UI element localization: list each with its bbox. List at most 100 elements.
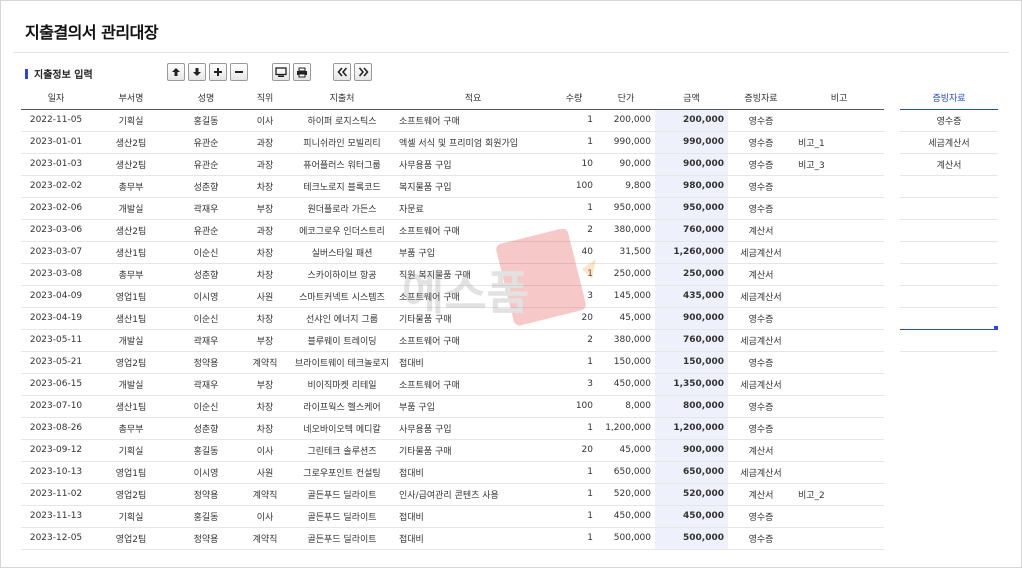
cell-date[interactable]: 2022-11-05 [21, 109, 91, 132]
side-list-item[interactable]: 세금계산서 [900, 131, 998, 154]
cell-quantity[interactable]: 1 [551, 263, 597, 286]
cell-date[interactable]: 2023-10-13 [21, 461, 91, 484]
cell-description[interactable]: 소프트웨어 구매 [395, 373, 551, 396]
cell-description[interactable]: 기타물품 구매 [395, 439, 551, 462]
cell-unit-price[interactable]: 31,500 [597, 241, 655, 264]
cell-quantity[interactable]: 40 [551, 241, 597, 264]
cell-description[interactable]: 접대비 [395, 505, 551, 528]
cell-position[interactable]: 이사 [241, 109, 289, 132]
cell-amount[interactable]: 760,000 [655, 219, 728, 242]
cell-remarks[interactable] [794, 109, 884, 132]
cell-department[interactable]: 영업1팀 [91, 285, 171, 308]
cell-date[interactable]: 2023-03-08 [21, 263, 91, 286]
cell-date[interactable]: 2023-04-19 [21, 307, 91, 330]
cell-name[interactable]: 홍길동 [171, 109, 241, 132]
cell-amount[interactable]: 435,000 [655, 285, 728, 308]
cell-quantity[interactable]: 1 [551, 351, 597, 374]
cell-department[interactable]: 기획실 [91, 439, 171, 462]
cell-remarks[interactable] [794, 351, 884, 374]
side-list-row[interactable] [900, 263, 998, 286]
cell-evidence[interactable]: 세금계산서 [728, 329, 794, 352]
cell-unit-price[interactable]: 990,000 [597, 131, 655, 154]
table-row[interactable]: 2023-10-13 영업1팀 이시영 사원 그로우포인트 컨설팅 접대비 1 650,000… [21, 461, 884, 484]
table-row[interactable]: 2023-05-11 개발실 곽재우 부장 블루웨이 트레이딩 소프트웨어 구매 2 380,… [21, 329, 884, 352]
table-row[interactable]: 2023-03-07 생산1팀 이순신 차장 실버스타일 패션 부품 구입 40 31,500… [21, 241, 884, 264]
side-list-row[interactable] [900, 329, 998, 352]
cell-description[interactable]: 기타물품 구매 [395, 307, 551, 330]
cell-position[interactable]: 과장 [241, 131, 289, 154]
cell-quantity[interactable]: 1 [551, 417, 597, 440]
table-row[interactable]: 2023-06-15 개발실 곽재우 부장 비이직마켓 리테일 소프트웨어 구매 3 450,… [21, 373, 884, 396]
cell-position[interactable]: 사원 [241, 461, 289, 484]
cell-department[interactable]: 총무부 [91, 175, 171, 198]
cell-evidence[interactable]: 영수증 [728, 153, 794, 176]
cell-date[interactable]: 2023-11-02 [21, 483, 91, 506]
cell-department[interactable]: 생산2팀 [91, 219, 171, 242]
resize-handle[interactable] [994, 326, 998, 330]
side-list-item[interactable]: 영수증 [900, 109, 998, 132]
cell-vendor[interactable]: 브라이트웨이 테크놀로지 [289, 351, 395, 374]
cell-quantity[interactable]: 1 [551, 461, 597, 484]
cell-name[interactable]: 홍길동 [171, 439, 241, 462]
side-list-item[interactable] [900, 197, 998, 220]
move-up-button[interactable] [167, 63, 185, 81]
cell-evidence[interactable]: 영수증 [728, 351, 794, 374]
cell-amount[interactable]: 1,260,000 [655, 241, 728, 264]
cell-unit-price[interactable]: 150,000 [597, 351, 655, 374]
cell-department[interactable]: 영업2팀 [91, 351, 171, 374]
cell-amount[interactable]: 250,000 [655, 263, 728, 286]
cell-position[interactable]: 차장 [241, 175, 289, 198]
cell-date[interactable]: 2023-07-10 [21, 395, 91, 418]
cell-vendor[interactable]: 네오바이오텍 메디칼 [289, 417, 395, 440]
cell-vendor[interactable]: 비이직마켓 리테일 [289, 373, 395, 396]
cell-name[interactable]: 정약용 [171, 527, 241, 550]
table-row[interactable]: 2023-02-02 총무부 성춘향 차장 테크노로지 블록코드 복지물품 구입 100 9,… [21, 175, 884, 198]
cell-remarks[interactable] [794, 307, 884, 330]
side-list-row[interactable] [900, 307, 998, 330]
print-button[interactable] [293, 63, 311, 81]
cell-vendor[interactable]: 골든푸드 딜라이트 [289, 483, 395, 506]
cell-date[interactable]: 2023-06-15 [21, 373, 91, 396]
cell-amount[interactable]: 900,000 [655, 307, 728, 330]
cell-remarks[interactable] [794, 285, 884, 308]
cell-department[interactable]: 생산2팀 [91, 153, 171, 176]
cell-evidence[interactable]: 세금계산서 [728, 241, 794, 264]
table-row[interactable]: 2023-04-09 영업1팀 이시영 사원 스마트커넥트 시스템즈 소프트웨어 구매 3 1… [21, 285, 884, 308]
cell-position[interactable]: 차장 [241, 241, 289, 264]
cell-remarks[interactable] [794, 527, 884, 550]
header-position[interactable]: 직위 [241, 87, 289, 110]
cell-quantity[interactable]: 2 [551, 219, 597, 242]
cell-remarks[interactable] [794, 439, 884, 462]
cell-position[interactable]: 사원 [241, 285, 289, 308]
table-row[interactable]: 2023-01-01 생산2팀 유관순 과장 피니쉬라인 모빌리티 엑셀 서식 및 프리미… [21, 131, 884, 154]
cell-department[interactable]: 개발실 [91, 329, 171, 352]
cell-name[interactable]: 홍길동 [171, 505, 241, 528]
cell-vendor[interactable]: 에코그로우 인더스트리 [289, 219, 395, 242]
cell-evidence[interactable]: 영수증 [728, 307, 794, 330]
cell-remarks[interactable] [794, 395, 884, 418]
cell-name[interactable]: 이시영 [171, 461, 241, 484]
table-row[interactable]: 2023-11-13 기획실 홍길동 이사 골든푸드 딜라이트 접대비 1 450,000 45… [21, 505, 884, 528]
side-list-item[interactable] [900, 219, 998, 242]
cell-vendor[interactable]: 블루웨이 트레이딩 [289, 329, 395, 352]
cell-vendor[interactable]: 스카이하이브 항공 [289, 263, 395, 286]
cell-quantity[interactable]: 1 [551, 197, 597, 220]
cell-description[interactable]: 소프트웨어 구매 [395, 329, 551, 352]
cell-evidence[interactable]: 영수증 [728, 197, 794, 220]
cell-date[interactable]: 2023-05-21 [21, 351, 91, 374]
cell-vendor[interactable]: 선샤인 에너지 그룹 [289, 307, 395, 330]
cell-amount[interactable]: 990,000 [655, 131, 728, 154]
cell-vendor[interactable]: 골든푸드 딜라이트 [289, 505, 395, 528]
cell-vendor[interactable]: 피니쉬라인 모빌리티 [289, 131, 395, 154]
cell-amount[interactable]: 520,000 [655, 483, 728, 506]
cell-name[interactable]: 이순신 [171, 241, 241, 264]
cell-date[interactable]: 2023-04-09 [21, 285, 91, 308]
cell-date[interactable]: 2023-01-01 [21, 131, 91, 154]
cell-quantity[interactable]: 3 [551, 285, 597, 308]
next-button[interactable] [354, 63, 372, 81]
cell-quantity[interactable]: 1 [551, 527, 597, 550]
header-name[interactable]: 성명 [171, 87, 241, 110]
cell-name[interactable]: 유관순 [171, 131, 241, 154]
cell-quantity[interactable]: 10 [551, 153, 597, 176]
side-list-row[interactable] [900, 241, 998, 264]
